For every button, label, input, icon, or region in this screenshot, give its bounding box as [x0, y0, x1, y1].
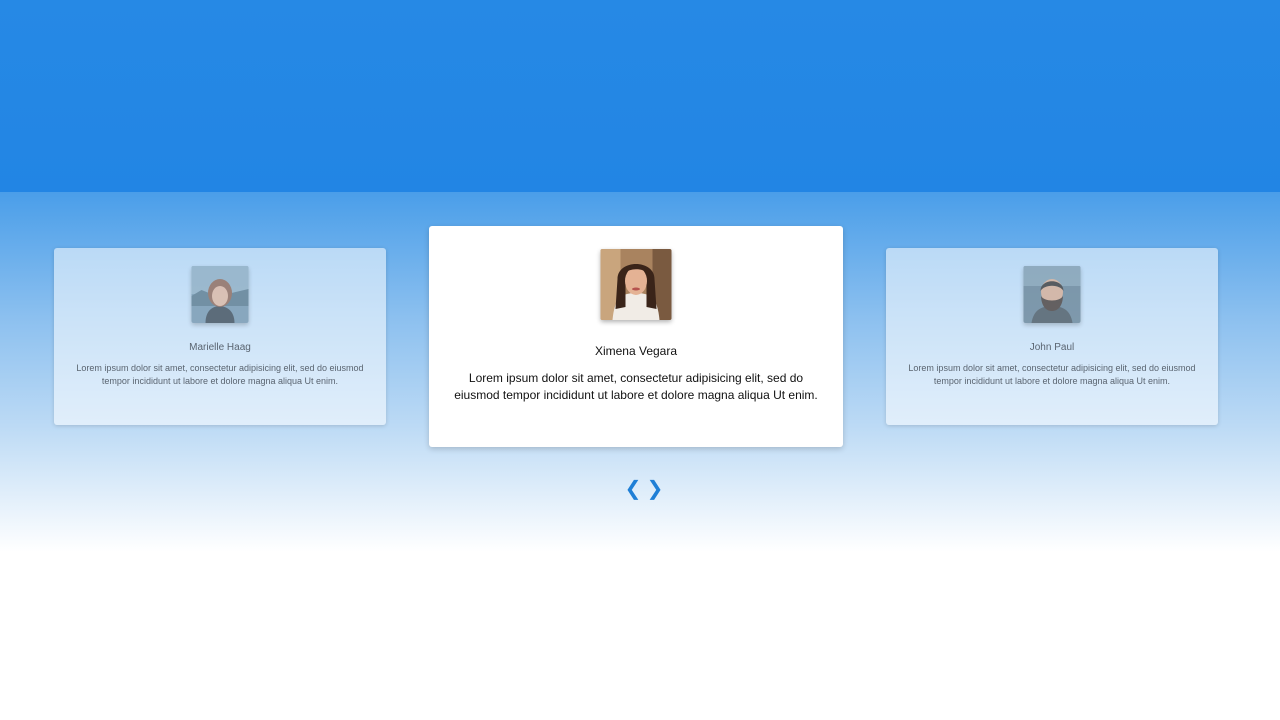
avatar [191, 266, 249, 323]
testimonial-card-marielle-haag[interactable]: Marielle Haag Lorem ipsum dolor sit amet… [54, 248, 386, 425]
avatar [600, 249, 672, 320]
testimonial-quote: Lorem ipsum dolor sit amet, consectetur … [454, 371, 818, 403]
testimonial-quote: Lorem ipsum dolor sit amet, consectetur … [908, 363, 1196, 387]
testimonial-card-john-paul[interactable]: John Paul Lorem ipsum dolor sit amet, co… [886, 248, 1218, 425]
hero-banner [0, 0, 1280, 192]
testimonial-name: Marielle Haag [189, 342, 251, 353]
testimonial-quote: Lorem ipsum dolor sit amet, consectetur … [76, 363, 364, 387]
testimonial-name: John Paul [1029, 342, 1075, 353]
testimonial-name: Ximena Vegara [594, 344, 678, 358]
testimonial-card-ximena-vegara[interactable]: Ximena Vegara Lorem ipsum dolor sit amet… [429, 226, 843, 447]
chevron-left-icon[interactable]: ❮ [624, 476, 642, 500]
carousel-nav: ❮ ❯ [624, 476, 664, 500]
chevron-right-icon[interactable]: ❯ [646, 476, 664, 500]
avatar [1023, 266, 1081, 323]
